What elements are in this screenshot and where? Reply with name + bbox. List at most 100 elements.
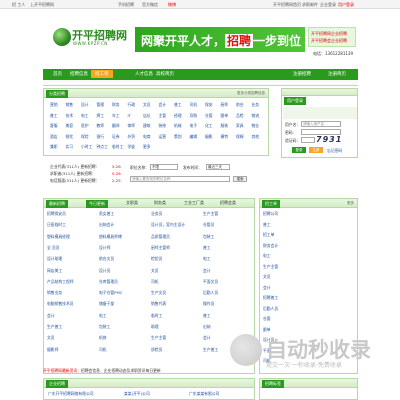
- category-link[interactable]: 财务: [112, 102, 120, 108]
- captcha-image[interactable]: 7931: [316, 135, 342, 144]
- category-link[interactable]: 化工: [205, 123, 213, 129]
- weibo-link[interactable]: 微博: [168, 2, 176, 8]
- category-link[interactable]: 保险: [81, 134, 89, 140]
- job-link[interactable]: 设计员，室内主设计: [151, 222, 185, 228]
- category-link[interactable]: 普工: [174, 102, 182, 108]
- category-link[interactable]: 物流: [252, 113, 260, 119]
- job-link[interactable]: 平面文员: [203, 279, 218, 285]
- time-select[interactable]: 最近三天: [206, 164, 230, 170]
- company-item-3[interactable]: 广东某某有限公司: [189, 391, 219, 397]
- nav-jobs[interactable]: 招聘信息: [70, 71, 88, 77]
- job-link[interactable]: 设计师: [99, 245, 110, 251]
- job-link[interactable]: 质检员: [151, 347, 162, 353]
- category-link[interactable]: 销售: [66, 102, 74, 108]
- job-link[interactable]: 操作员: [203, 301, 214, 307]
- category-link[interactable]: 模特: [221, 134, 229, 140]
- top-right-link-3[interactable]: 企业登录: [320, 2, 336, 8]
- category-link[interactable]: 律师: [128, 123, 136, 129]
- work-order-item[interactable]: 仓管: [263, 316, 271, 322]
- register-link[interactable]: 用户登录: [338, 2, 354, 8]
- job-link[interactable]: 机修: [99, 335, 107, 341]
- job-type-select[interactable]: 不限: [150, 164, 178, 170]
- register-resume-button[interactable]: 注册简历: [328, 71, 346, 77]
- work-order-item[interactable]: 招聘公司: [263, 211, 278, 217]
- category-link[interactable]: 酒店: [50, 134, 58, 140]
- job-link[interactable]: 电脑销售技术员: [47, 301, 74, 307]
- job-link[interactable]: 设计员: [99, 268, 110, 274]
- tab-finance[interactable]: 财务类: [154, 200, 166, 206]
- category-link[interactable]: 物业: [252, 123, 260, 129]
- category-link[interactable]: 客服: [50, 123, 58, 129]
- job-link[interactable]: 生产主管: [151, 335, 166, 341]
- category-link[interactable]: 实习: [66, 144, 74, 150]
- category-link[interactable]: 翻译: [112, 123, 120, 129]
- job-link[interactable]: 销售代表: [151, 301, 166, 307]
- category-link[interactable]: 银行: [97, 134, 105, 140]
- job-link[interactable]: 日班临时工: [47, 222, 66, 228]
- category-link[interactable]: 保姆: [236, 134, 244, 140]
- keyword-input[interactable]: 请输入要查找的职位名称: [130, 176, 230, 182]
- category-link[interactable]: 仓管: [205, 113, 213, 119]
- category-link[interactable]: 教师: [97, 123, 105, 129]
- job-link[interactable]: 全 员员: [47, 245, 60, 251]
- category-link[interactable]: 司机: [190, 102, 198, 108]
- category-link[interactable]: 保安: [205, 102, 213, 108]
- category-link[interactable]: 策划: [174, 134, 182, 140]
- category-link[interactable]: 外贸: [128, 134, 136, 140]
- category-link[interactable]: 家具: [236, 123, 244, 129]
- tab-factory[interactable]: 工业工厂类: [184, 200, 204, 206]
- job-link[interactable]: 生产普工: [47, 324, 62, 330]
- category-link[interactable]: 行政: [128, 102, 136, 108]
- category-link[interactable]: 机械: [174, 123, 182, 129]
- logo-globe-icon[interactable]: [53, 28, 71, 46]
- category-link[interactable]: 学徒: [128, 144, 136, 150]
- job-link[interactable]: 文员: [151, 268, 159, 274]
- job-link[interactable]: 塑料模具经理: [47, 234, 70, 240]
- job-link[interactable]: 摄影师: [47, 347, 58, 353]
- job-link[interactable]: 包装工: [99, 324, 110, 330]
- job-link[interactable]: 电工: [203, 256, 211, 262]
- category-link[interactable]: 美容: [66, 123, 74, 129]
- work-order-item[interactable]: 招工单: [263, 232, 274, 238]
- nav-resumes[interactable]: 高校简历: [156, 71, 174, 77]
- nav-work-orders[interactable]: 招工单: [91, 70, 113, 78]
- category-link[interactable]: 更多: [143, 144, 151, 150]
- job-link[interactable]: 招聘保安员: [47, 211, 66, 217]
- category-link[interactable]: 摄影: [205, 134, 213, 140]
- nav-home[interactable]: 首页: [53, 71, 62, 77]
- category-link[interactable]: 技术: [66, 113, 74, 119]
- category-link[interactable]: 厨师: [221, 102, 229, 108]
- job-link[interactable]: 会计: [203, 268, 211, 274]
- job-link[interactable]: 临时工: [151, 313, 162, 319]
- job-link[interactable]: 厨师主管师: [151, 245, 170, 251]
- category-link[interactable]: 编辑: [190, 134, 198, 140]
- job-link[interactable]: 出纳会计: [99, 222, 114, 228]
- work-order-more-link[interactable]: 更多: [347, 201, 354, 206]
- top-link-1[interactable]: 招 工人: [12, 2, 25, 8]
- category-link[interactable]: 品检: [236, 113, 244, 119]
- job-link[interactable]: 生产文员: [151, 290, 166, 296]
- job-link[interactable]: 前台文员: [99, 256, 114, 262]
- category-link[interactable]: 业务: [252, 102, 260, 108]
- side-ad[interactable]: 开平招聘网企业招聘 开平招聘会企业招聘: [308, 27, 356, 47]
- category-link[interactable]: 证券: [112, 134, 120, 140]
- work-order-item[interactable]: 会计: [263, 285, 271, 291]
- category-link[interactable]: 导购: [190, 113, 198, 119]
- search-button[interactable]: 搜索: [233, 176, 247, 182]
- job-link[interactable]: 电子仓管PMC: [99, 290, 122, 296]
- register-jobs-button[interactable]: 注册招聘: [293, 71, 311, 77]
- category-link[interactable]: 文员: [143, 102, 151, 108]
- job-link[interactable]: 储备干部: [99, 301, 114, 307]
- category-link[interactable]: 管理: [97, 102, 105, 108]
- job-link[interactable]: 会计: [203, 335, 211, 341]
- job-link[interactable]: 品质管理员: [151, 234, 170, 240]
- top-right-link-2[interactable]: 求职邮件: [302, 2, 318, 8]
- category-link[interactable]: 其他: [252, 134, 260, 140]
- category-link[interactable]: 临时工: [112, 144, 123, 150]
- category-link[interactable]: 装修: [159, 123, 167, 129]
- job-link[interactable]: 生产主管: [203, 211, 218, 217]
- company-item[interactable]: 广东开平招聘网络有限公司: [48, 391, 94, 397]
- mobile-link[interactable]: 手机招聘: [118, 2, 134, 8]
- work-order-item[interactable]: 后勤人员: [263, 306, 278, 312]
- job-link[interactable]: 业务员: [151, 211, 162, 217]
